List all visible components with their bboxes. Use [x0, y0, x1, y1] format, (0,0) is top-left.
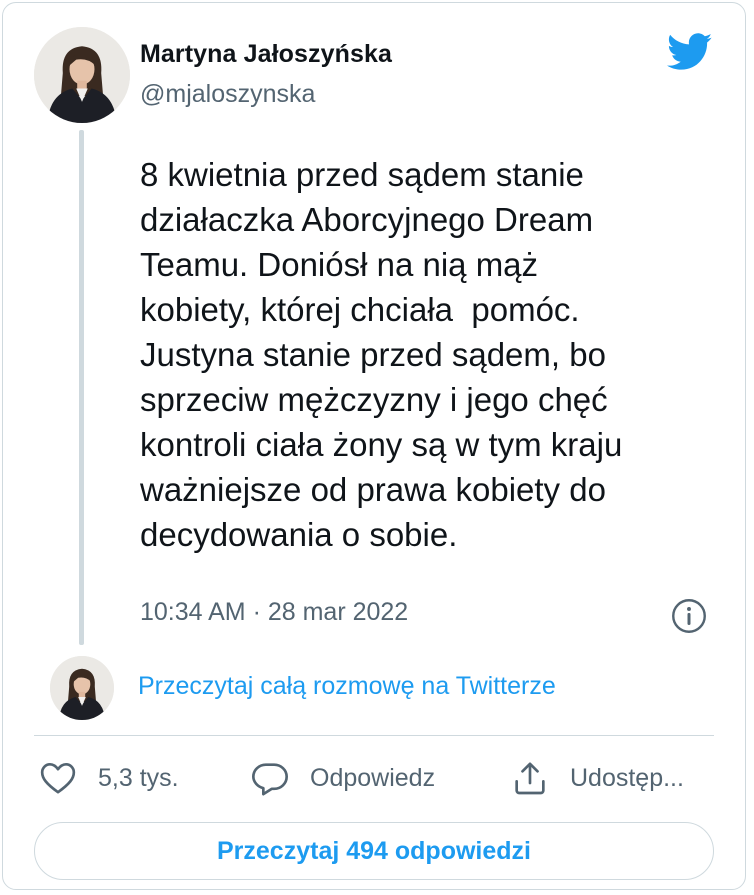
divider: [34, 735, 714, 736]
conversation-avatar[interactable]: [50, 656, 114, 720]
tweet-text-line: decydowania o sobie.: [140, 516, 458, 553]
author-name[interactable]: Martyna Jałoszyńska: [140, 40, 392, 69]
tweet-text-line: Teamu. Doniósł na nią mąż: [140, 246, 539, 283]
reply-label: Odpowiedz: [310, 763, 436, 792]
tweet-text-line: 8 kwietnia przed sądem stanie: [140, 156, 584, 193]
profile-photo-icon: [34, 27, 130, 123]
author-avatar[interactable]: [34, 27, 130, 123]
tweet-text-line: ważniejsze od prawa kobiety do: [140, 471, 606, 508]
share-icon: [515, 762, 545, 795]
tweet-text: 8 kwietnia przed sądem stanie działaczka…: [140, 152, 720, 557]
share-button[interactable]: Udostęp...: [510, 757, 684, 799]
tweet-text-line: sprzeciw mężczyzny i jego chęć: [140, 381, 608, 418]
share-label: Udostęp...: [570, 763, 684, 792]
twitter-bird-icon[interactable]: [667, 33, 713, 71]
tweet-text-line: działaczka Aborcyjnego Dream: [140, 201, 594, 238]
heart-icon: [40, 763, 76, 794]
reply-button[interactable]: Odpowiedz: [250, 757, 435, 799]
tweet-text-line: Justyna stanie przed sądem, bo: [140, 336, 606, 373]
tweet-text-line: kobiety, której chciała pomóc.: [140, 291, 580, 328]
author-handle[interactable]: @mjaloszynska: [140, 80, 315, 109]
read-replies-button[interactable]: Przeczytaj 494 odpowiedzi: [34, 822, 714, 880]
profile-photo-icon: [50, 656, 114, 720]
tweet-text-line: kontroli ciała żony są w tym kraju: [140, 426, 623, 463]
info-icon[interactable]: [671, 598, 707, 634]
tweet-timestamp[interactable]: 10:34 AM · 28 mar 2022: [140, 598, 408, 627]
speech-bubble-icon: [252, 763, 288, 796]
like-count: 5,3 tys.: [98, 763, 179, 792]
like-button[interactable]: 5,3 tys.: [38, 757, 179, 799]
thread-connector-line: [79, 130, 84, 645]
read-full-conversation-link[interactable]: Przeczytaj całą rozmowę na Twitterze: [138, 672, 556, 701]
